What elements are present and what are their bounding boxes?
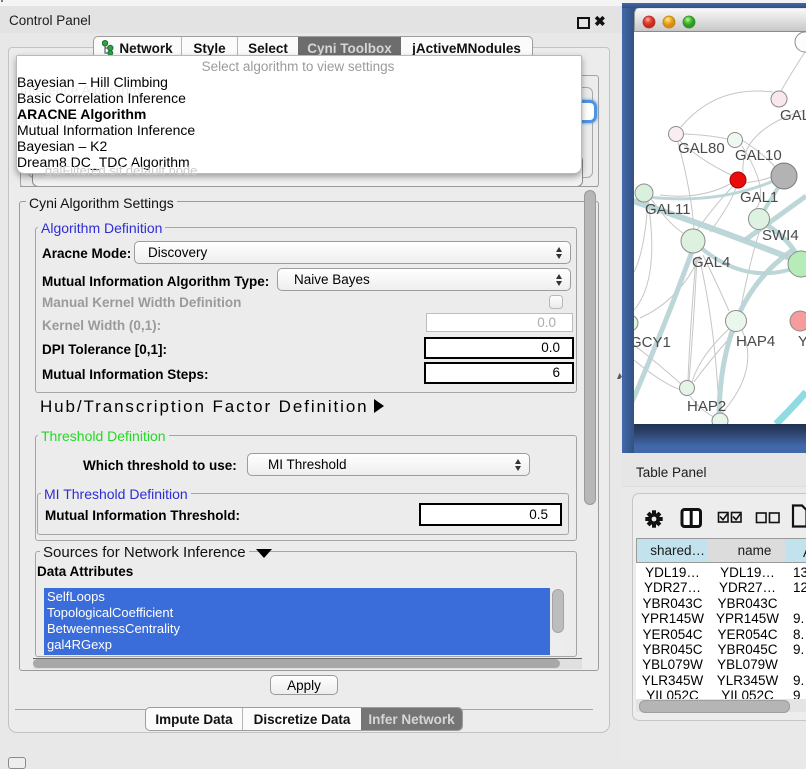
svg-text:SWI4: SWI4	[762, 227, 799, 244]
svg-text:HAP2: HAP2	[687, 398, 726, 415]
svg-text:GAL80: GAL80	[678, 140, 725, 157]
svg-text:GCY1: GCY1	[634, 334, 671, 351]
svg-text:HAP4: HAP4	[736, 333, 775, 350]
svg-text:GAL: GAL	[780, 107, 806, 124]
svg-text:GAL4: GAL4	[692, 254, 730, 271]
svg-text:GAL11: GAL11	[645, 201, 691, 218]
svg-text:GAL1: GAL1	[740, 189, 778, 206]
svg-text:GAL10: GAL10	[735, 147, 782, 164]
svg-text:Y: Y	[798, 333, 806, 350]
